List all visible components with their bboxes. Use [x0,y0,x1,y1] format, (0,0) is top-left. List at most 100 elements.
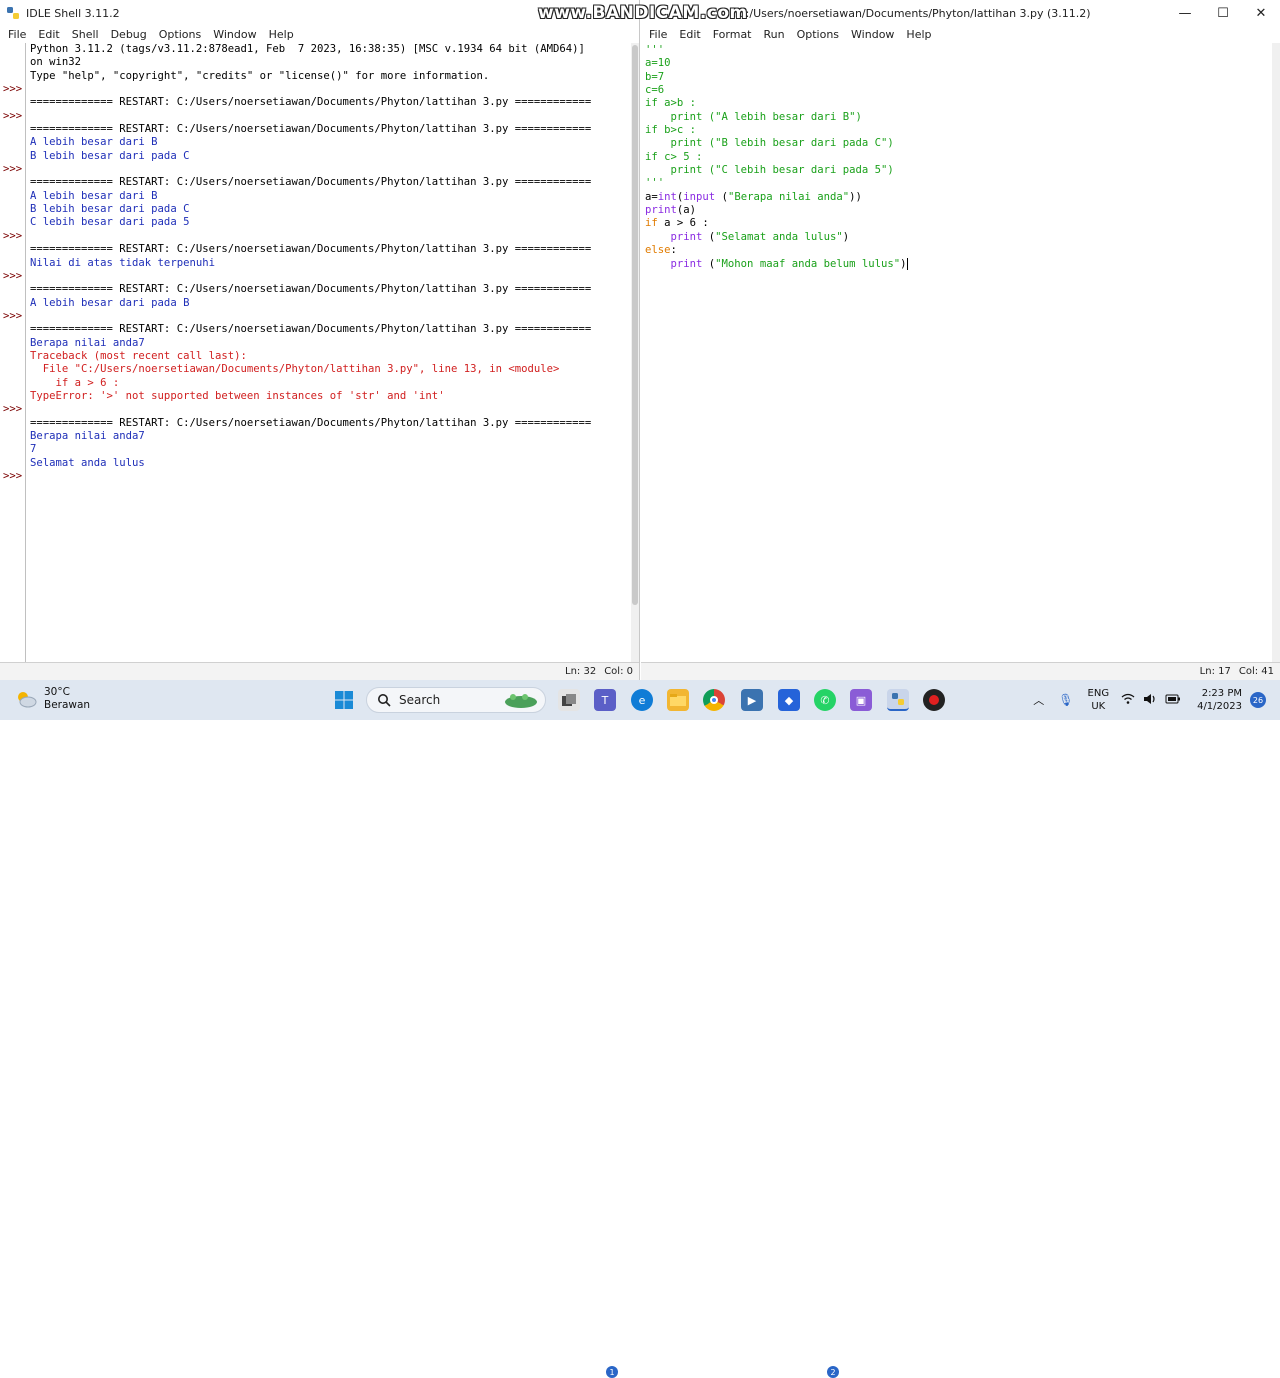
editor-scrollbar-thumb[interactable] [1273,45,1279,605]
code-line: ''' [645,177,1270,190]
shell-line: ============= RESTART: C:/Users/noerseti… [30,96,592,109]
windows-taskbar: 30°C Berawan Search T 1 e ▶ ◆ ✆ 2 ▣ ︿ 🎙 E… [0,680,1280,1378]
shell-line: A lebih besar dari B [30,136,158,149]
shell-line: ============= RESTART: C:/Users/noerseti… [30,243,592,256]
shell-line: ============= RESTART: C:/Users/noerseti… [30,416,592,429]
code-line: print(a) [645,204,1270,217]
text-cursor [906,257,908,270]
code-line: c=6 [645,84,1270,97]
shell-menu-help[interactable]: Help [263,28,300,41]
shell-menu-debug[interactable]: Debug [105,28,153,41]
code-token: ( [702,230,716,243]
weather-widget[interactable]: 30°C Berawan [14,686,90,712]
whatsapp-badge: 2 [827,1366,839,1378]
code-token: "Selamat anda lulus" [715,230,843,243]
shell-menu-options[interactable]: Options [153,28,207,41]
editor-menu-run[interactable]: Run [758,28,791,41]
whatsapp-icon[interactable]: ✆ [814,689,836,711]
code-line: if c> 5 : [645,151,1270,164]
shell-line: Selamat anda lulus [30,456,145,469]
idle-taskbar-icon[interactable] [887,689,909,711]
editor-menu-file[interactable]: File [643,28,673,41]
shell-line: Berapa nilai anda7 [30,429,145,442]
search-label: Search [399,693,441,707]
editor-statusbar: Ln: 17 Col: 41 [641,662,1280,680]
code-line: print ("Mohon maaf anda belum lulus") [645,257,1270,271]
code-token: print [670,257,703,270]
code-token: print ("B lebih besar dari pada C") [645,137,894,150]
bandicam-record-icon[interactable] [923,689,945,711]
language-indicator[interactable]: ENG UK [1088,687,1110,713]
code-token: ''' [645,177,665,190]
editor-code-area[interactable]: ''' a=10 b=7 c=6 if a>b : print ("A lebih be… [645,44,1270,662]
idle-shell-window: IDLE Shell 3.11.2 File Edit Shell Debug Opti… [0,0,640,680]
code-token: "Mohon maaf anda belum lulus" [715,257,901,270]
media-player-icon[interactable]: ▶ [741,689,763,711]
shell-line: ============= RESTART: C:/Users/noerseti… [30,176,592,189]
clock-time: 2:23 PM [1201,688,1242,699]
code-line: a=int(input ("Berapa nilai anda")) [645,191,1270,204]
battery-icon[interactable] [1165,693,1181,708]
shell-line: if a > 6 : [30,376,120,389]
system-clock[interactable]: 2:23 PM 4/1/2023 [1197,687,1242,713]
shell-line-number: Ln: 32 [565,666,597,677]
code-token: print [645,204,677,217]
editor-menu-help[interactable]: Help [900,28,937,41]
chevron-up-icon[interactable]: ︿ [1033,692,1044,708]
maximize-button[interactable]: ☐ [1204,0,1242,26]
editor-menu-format[interactable]: Format [707,28,758,41]
code-token: int [657,190,677,203]
code-token: input [683,190,716,203]
taskbar-search[interactable]: Search [366,687,546,713]
shell-menu-shell[interactable]: Shell [66,28,105,41]
code-token: print ("A lebih besar dari B") [645,110,862,123]
weather-temp: 30°C [44,686,70,698]
code-token: ''' [645,44,665,56]
microphone-icon[interactable]: 🎙 [1058,693,1073,707]
wifi-icon[interactable] [1121,693,1135,708]
code-token: if [645,217,658,230]
shell-title: IDLE Shell 3.11.2 [26,6,120,20]
shell-scrollbar-thumb[interactable] [632,45,638,605]
shell-output[interactable]: Python 3.11.2 (tags/v3.11.2:878ead1, Feb… [30,43,629,662]
shell-prompt: >>> [3,269,23,282]
edge-icon[interactable]: e [631,689,653,711]
shell-prompt: >>> [3,470,23,482]
shell-menu-edit[interactable]: Edit [32,28,65,41]
python-icon [7,7,19,19]
shell-line: Type "help", "copyright", "credits" or "… [30,69,490,82]
shell-prompt: >>> [3,309,23,322]
editor-scrollbar[interactable] [1272,43,1280,662]
shell-line: Berapa nilai anda7 [30,336,145,349]
clock-date: 4/1/2023 [1197,701,1242,712]
file-explorer-icon[interactable] [667,689,689,711]
volume-icon[interactable] [1143,693,1157,708]
shell-line: 7 [30,443,37,456]
start-button[interactable] [333,689,355,711]
minimize-button[interactable]: — [1166,0,1204,26]
shell-menu-window[interactable]: Window [207,28,262,41]
editor-menu-options[interactable]: Options [791,28,845,41]
chrome-icon[interactable] [703,689,725,711]
teams-icon[interactable]: T [594,689,616,711]
shell-line: File "C:/Users/noersetiawan/Documents/Ph… [30,363,560,376]
notification-badge[interactable]: 26 [1250,692,1266,708]
shell-line: B lebih besar dari pada C [30,203,190,216]
editor-menu-edit[interactable]: Edit [673,28,706,41]
task-view-icon[interactable] [558,689,580,711]
code-token: ( [715,190,728,203]
photos-icon[interactable]: ▣ [850,689,872,711]
shell-line: ============= RESTART: C:/Users/noerseti… [30,283,592,296]
editor-title: C:/Users/noersetiawan/Documents/Phyton/l… [738,6,1091,20]
region-label: UK [1091,701,1106,712]
shell-menu-file[interactable]: File [2,28,32,41]
editor-menu-window[interactable]: Window [845,28,900,41]
close-button[interactable]: ✕ [1242,0,1280,26]
shell-scrollbar[interactable] [631,43,639,662]
code-line: if a > 6 : [645,217,1270,230]
copilot-icon[interactable]: ◆ [778,689,800,711]
code-token: a=10 [645,57,671,70]
